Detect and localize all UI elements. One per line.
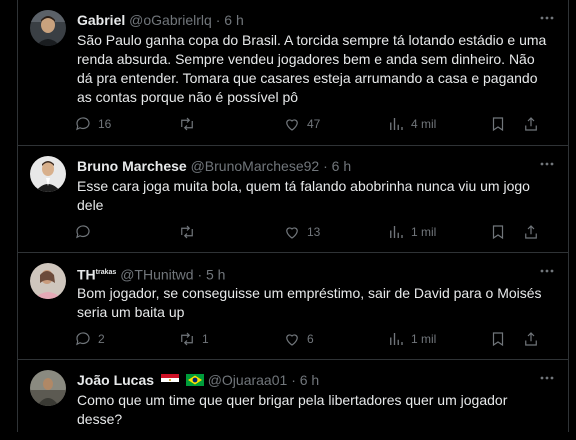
like-button[interactable]: 47 (283, 114, 320, 134)
reply-icon (76, 117, 90, 131)
display-name[interactable]: João Lucas (77, 372, 154, 388)
tweet-text: São Paulo ganha copa do Brasil. A torcid… (77, 32, 547, 105)
like-count: 6 (307, 332, 314, 346)
retweet-icon (181, 117, 193, 131)
avatar[interactable] (30, 263, 66, 299)
tweet-actions: 16 47 4 mil (74, 114, 554, 134)
avatar[interactable] (30, 370, 66, 406)
tweet-text: Como que um time que quer brigar pela li… (77, 392, 508, 427)
reply-button[interactable]: 16 (74, 114, 111, 134)
handle[interactable]: @Ojuaraa01 (208, 372, 288, 388)
share-icon (525, 225, 537, 239)
display-name[interactable]: Gabriel (77, 12, 125, 28)
like-icon (286, 227, 298, 239)
reply-icon (76, 332, 90, 346)
avatar[interactable] (30, 10, 66, 46)
bookmark-icon (492, 225, 504, 240)
tweet-bruno-marchese[interactable]: Bruno Marchese @BrunoMarchese92 · 6 h Es… (18, 146, 568, 253)
tweet-header: Bruno Marchese @BrunoMarchese92 · 6 h (77, 158, 352, 174)
reply-feed: Gabriel @oGabrielrlq · 6 h São Paulo gan… (18, 0, 568, 440)
tweet-header: THtrakas @THunitwd · 5 h (77, 266, 226, 283)
views-button[interactable]: 1 mil (387, 222, 436, 242)
share-button[interactable] (522, 329, 546, 349)
retweet-button[interactable]: 1 (178, 329, 209, 349)
tweet-text: Bom jogador, se conseguisse um empréstim… (77, 285, 542, 320)
retweet-icon (181, 225, 193, 239)
bookmark-icon (492, 117, 504, 132)
views-icon (390, 226, 403, 238)
handle[interactable]: @BrunoMarchese92 (191, 158, 320, 174)
bookmark-button[interactable] (489, 329, 513, 349)
reply-count: 2 (98, 332, 105, 346)
tweet-header: João Lucas @Ojuaraa01 · 6 h (77, 372, 320, 388)
handle[interactable]: @THunitwd (120, 267, 193, 283)
flag-brazil-icon (185, 374, 204, 386)
views-icon (390, 118, 403, 130)
retweet-button[interactable] (178, 222, 202, 242)
retweet-icon (181, 332, 193, 346)
retweet-button[interactable] (178, 114, 202, 134)
like-button[interactable]: 13 (283, 222, 320, 242)
share-button[interactable] (522, 222, 546, 242)
like-button[interactable]: 6 (283, 329, 314, 349)
views-button[interactable]: 1 mil (387, 329, 436, 349)
timestamp[interactable]: 6 h (300, 372, 319, 388)
tweet-joao-lucas[interactable]: João Lucas @Ojuaraa01 · 6 h Como que um … (18, 360, 568, 440)
reply-button[interactable] (74, 222, 98, 242)
bookmark-button[interactable] (489, 222, 513, 242)
views-count: 4 mil (411, 117, 437, 131)
timestamp[interactable]: 6 h (332, 158, 351, 174)
reply-count: 16 (98, 117, 112, 131)
like-count: 13 (307, 225, 321, 239)
share-icon (525, 332, 537, 346)
tweet-text: Esse cara joga muita bola, quem tá falan… (77, 178, 530, 213)
reply-button[interactable]: 2 (74, 329, 105, 349)
more-icon[interactable] (538, 9, 556, 27)
tweet-actions: 2 1 6 1 mil (74, 329, 554, 349)
left-rail-border (0, 0, 18, 432)
timestamp[interactable]: 6 h (224, 12, 243, 28)
like-icon (286, 334, 298, 346)
more-icon[interactable] (538, 369, 556, 387)
display-name-superscript: trakas (95, 269, 117, 276)
tweet-gabriel[interactable]: Gabriel @oGabrielrlq · 6 h São Paulo gan… (18, 0, 568, 146)
tweet-th[interactable]: THtrakas @THunitwd · 5 h Bom jogador, se… (18, 253, 568, 360)
views-count: 1 mil (411, 332, 437, 346)
retweet-count: 1 (202, 332, 209, 346)
handle[interactable]: @oGabrielrlq (129, 12, 212, 28)
display-name[interactable]: Bruno Marchese (77, 158, 187, 174)
timestamp[interactable]: 5 h (206, 267, 225, 283)
like-count: 47 (307, 117, 321, 131)
views-count: 1 mil (411, 225, 437, 239)
tweet-actions: 13 1 mil (74, 222, 554, 242)
scrollbar-track[interactable] (568, 0, 576, 432)
bookmark-icon (492, 332, 504, 347)
tweet-header: Gabriel @oGabrielrlq · 6 h (77, 12, 244, 28)
more-icon[interactable] (538, 262, 556, 280)
display-name[interactable]: TH (77, 267, 96, 283)
reply-icon (76, 225, 90, 239)
bookmark-button[interactable] (489, 114, 513, 134)
views-button[interactable]: 4 mil (387, 114, 436, 134)
flag-egypt-icon (160, 374, 179, 386)
share-button[interactable] (522, 114, 546, 134)
share-icon (525, 117, 537, 131)
like-icon (286, 119, 298, 131)
avatar[interactable] (30, 156, 66, 192)
views-icon (390, 333, 403, 345)
more-icon[interactable] (538, 155, 556, 173)
